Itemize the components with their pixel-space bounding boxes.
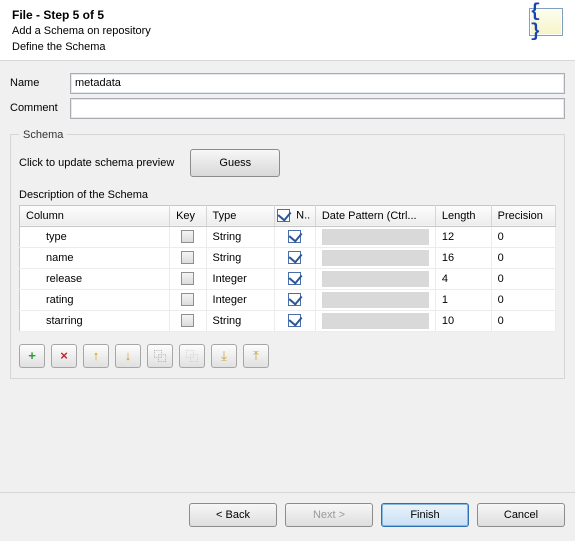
header-type[interactable]: Type [206, 205, 275, 226]
guess-button[interactable]: Guess [190, 149, 280, 177]
cell-key[interactable] [170, 247, 206, 268]
header-nullable-label: N.. [296, 210, 310, 222]
schema-toolbar: + × ↑ ↓ ⿻ ⿻ ⤓ ⤒ [19, 344, 556, 368]
cell-key[interactable] [170, 289, 206, 310]
cell-date-pattern[interactable] [315, 226, 435, 247]
cell-nullable[interactable] [275, 226, 316, 247]
paste-button[interactable]: ⿻ [179, 344, 205, 368]
wizard-banner: File - Step 5 of 5 Add a Schema on repos… [0, 0, 575, 60]
cell-column[interactable]: release [20, 268, 170, 289]
nullable-checkbox-icon [288, 251, 301, 264]
cell-nullable[interactable] [275, 310, 316, 331]
name-label: Name [10, 77, 70, 89]
schema-group: Schema Click to update schema preview Gu… [10, 129, 565, 379]
cell-length[interactable]: 12 [435, 226, 491, 247]
date-pattern-field[interactable] [322, 250, 429, 266]
table-row[interactable]: type String 120 [20, 226, 556, 247]
wizard-title: File - Step 5 of 5 [12, 8, 151, 22]
cell-precision[interactable]: 0 [491, 289, 555, 310]
move-up-button[interactable]: ↑ [83, 344, 109, 368]
key-checkbox-icon [181, 293, 194, 306]
key-checkbox-icon [181, 230, 194, 243]
comment-input[interactable] [70, 98, 565, 119]
header-date-pattern[interactable]: Date Pattern (Ctrl... [315, 205, 435, 226]
cell-column[interactable]: rating [20, 289, 170, 310]
header-key[interactable]: Key [170, 205, 206, 226]
header-nullable-checkbox-icon [277, 209, 290, 222]
date-pattern-field[interactable] [322, 229, 429, 245]
schema-hint: Click to update schema preview [19, 157, 174, 169]
cell-type[interactable]: String [206, 226, 275, 247]
cell-precision[interactable]: 0 [491, 247, 555, 268]
date-pattern-field[interactable] [322, 313, 429, 329]
cell-key[interactable] [170, 268, 206, 289]
cell-type[interactable]: Integer [206, 289, 275, 310]
key-checkbox-icon [181, 314, 194, 327]
cell-date-pattern[interactable] [315, 268, 435, 289]
cell-length[interactable]: 10 [435, 310, 491, 331]
nullable-checkbox-icon [288, 314, 301, 327]
import-schema-button[interactable]: ⤓ [211, 344, 237, 368]
cell-column[interactable]: type [20, 226, 170, 247]
cell-column[interactable]: name [20, 247, 170, 268]
cell-length[interactable]: 1 [435, 289, 491, 310]
back-button[interactable]: < Back [189, 503, 277, 527]
cell-type[interactable]: Integer [206, 268, 275, 289]
move-down-button[interactable]: ↓ [115, 344, 141, 368]
cell-date-pattern[interactable] [315, 247, 435, 268]
key-checkbox-icon [181, 272, 194, 285]
nullable-checkbox-icon [288, 230, 301, 243]
cell-type[interactable]: String [206, 310, 275, 331]
cell-nullable[interactable] [275, 289, 316, 310]
export-schema-button[interactable]: ⤒ [243, 344, 269, 368]
cell-precision[interactable]: 0 [491, 310, 555, 331]
cancel-button[interactable]: Cancel [477, 503, 565, 527]
table-row[interactable]: name String 160 [20, 247, 556, 268]
nullable-checkbox-icon [288, 293, 301, 306]
header-column[interactable]: Column [20, 205, 170, 226]
copy-button[interactable]: ⿻ [147, 344, 173, 368]
wizard-footer: < Back Next > Finish Cancel [0, 492, 575, 541]
cell-type[interactable]: String [206, 247, 275, 268]
header-nullable[interactable]: N.. [275, 205, 316, 226]
next-button: Next > [285, 503, 373, 527]
cell-date-pattern[interactable] [315, 310, 435, 331]
finish-button[interactable]: Finish [381, 503, 469, 527]
schema-description-label: Description of the Schema [19, 189, 556, 201]
cell-length[interactable]: 4 [435, 268, 491, 289]
schema-legend: Schema [19, 129, 67, 141]
comment-label: Comment [10, 102, 70, 114]
date-pattern-field[interactable] [322, 271, 429, 287]
cell-column[interactable]: starring [20, 310, 170, 331]
cell-nullable[interactable] [275, 268, 316, 289]
cell-date-pattern[interactable] [315, 289, 435, 310]
cell-key[interactable] [170, 310, 206, 331]
key-checkbox-icon [181, 251, 194, 264]
schema-table[interactable]: Column Key Type N.. Date Pattern (Ctrl..… [19, 205, 556, 332]
wizard-subtitle-1: Add a Schema on repository [12, 24, 151, 38]
wizard-subtitle-2: Define the Schema [12, 40, 151, 54]
cell-key[interactable] [170, 226, 206, 247]
date-pattern-field[interactable] [322, 292, 429, 308]
schema-braces-icon: { } [529, 8, 563, 36]
cell-nullable[interactable] [275, 247, 316, 268]
header-length[interactable]: Length [435, 205, 491, 226]
name-input[interactable] [70, 73, 565, 94]
cell-precision[interactable]: 0 [491, 268, 555, 289]
add-column-button[interactable]: + [19, 344, 45, 368]
table-row[interactable]: release Integer 40 [20, 268, 556, 289]
remove-column-button[interactable]: × [51, 344, 77, 368]
cell-precision[interactable]: 0 [491, 226, 555, 247]
table-row[interactable]: starring String 100 [20, 310, 556, 331]
cell-length[interactable]: 16 [435, 247, 491, 268]
table-row[interactable]: rating Integer 10 [20, 289, 556, 310]
header-precision[interactable]: Precision [491, 205, 555, 226]
nullable-checkbox-icon [288, 272, 301, 285]
